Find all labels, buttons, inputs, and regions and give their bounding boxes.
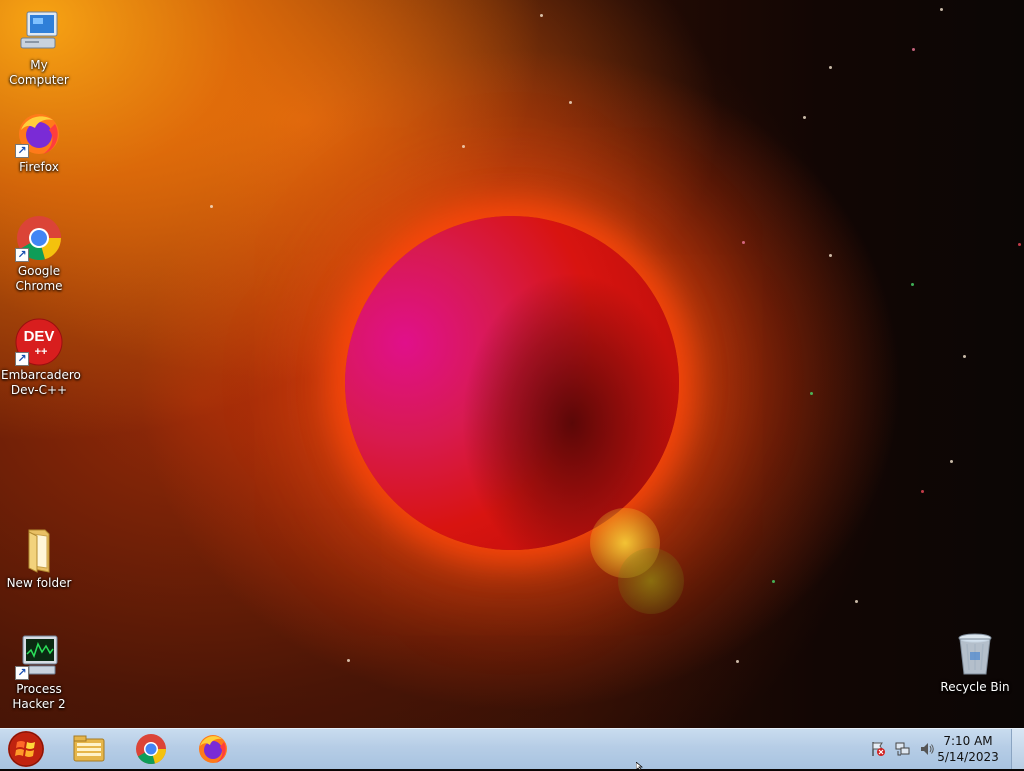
star	[810, 392, 813, 395]
desktop-icon-label: Google Chrome	[15, 264, 63, 293]
taskbar-firefox-button[interactable]	[188, 731, 238, 767]
taskbar-clock[interactable]: 7:10 AM 5/14/2023	[934, 733, 1002, 765]
computer-icon	[15, 8, 63, 56]
firefox-icon: ↗	[15, 110, 63, 158]
show-desktop-button[interactable]	[1011, 729, 1024, 769]
desktop-icon-label: Recycle Bin	[940, 680, 1010, 694]
star	[742, 241, 745, 244]
shortcut-arrow-icon: ↗	[15, 666, 29, 680]
desktop-icon-firefox[interactable]: ↗ Firefox	[1, 110, 77, 175]
star	[940, 8, 943, 11]
desktop-icon-label: Embarcadero Dev-C++	[1, 368, 81, 397]
star	[540, 14, 543, 17]
taskbar-explorer-button[interactable]	[64, 731, 114, 767]
star	[963, 355, 966, 358]
shortcut-arrow-icon: ↗	[15, 248, 29, 262]
speaker-icon[interactable]	[919, 741, 935, 757]
start-button[interactable]	[4, 730, 48, 768]
clock-date: 5/14/2023	[937, 750, 999, 764]
recycle-bin-icon	[951, 630, 999, 678]
star	[912, 48, 915, 51]
chrome-icon: ↗	[15, 214, 63, 262]
folder-icon	[73, 735, 105, 762]
network-icon[interactable]	[895, 741, 911, 757]
clock-time: 7:10 AM	[943, 734, 993, 748]
desktop-icon-label: New folder	[6, 576, 72, 590]
star	[210, 205, 213, 208]
star	[1018, 243, 1021, 246]
mouse-cursor-icon	[636, 762, 643, 770]
action-center-flag-icon[interactable]	[870, 741, 886, 757]
desktop-icon-process-hacker[interactable]: ↗ Process Hacker 2	[1, 632, 77, 712]
windows-orb-icon	[8, 731, 44, 767]
lens-flare	[618, 548, 684, 614]
desktop-icon-dev-cpp[interactable]: DEV ++ ↗ Embarcadero Dev-C++	[1, 318, 81, 398]
devcpp-icon: DEV ++ ↗	[15, 318, 63, 366]
star	[347, 659, 350, 662]
star	[855, 600, 858, 603]
desktop-icon-new-folder[interactable]: New folder	[1, 526, 77, 591]
process-hacker-icon: ↗	[15, 632, 63, 680]
star	[829, 254, 832, 257]
desktop-icon-label: Firefox	[19, 160, 59, 174]
star	[911, 283, 914, 286]
desktop-icon-my-computer[interactable]: My Computer	[1, 8, 77, 88]
firefox-icon	[199, 735, 227, 763]
star	[803, 116, 806, 119]
desktop-wallpaper[interactable]: My Computer ↗ Firefox ↗ Google Chrome DE…	[0, 0, 1024, 728]
taskbar-chrome-button[interactable]	[126, 731, 176, 767]
star	[462, 145, 465, 148]
desktop-icon-label: My Computer	[9, 58, 69, 87]
star	[921, 490, 924, 493]
desktop-icon-google-chrome[interactable]: ↗ Google Chrome	[1, 214, 77, 294]
star	[736, 660, 739, 663]
shortcut-arrow-icon: ↗	[15, 352, 29, 366]
star	[569, 101, 572, 104]
desktop-icon-label: Process Hacker 2	[12, 682, 66, 711]
chrome-icon	[136, 734, 167, 765]
shortcut-arrow-icon: ↗	[15, 144, 29, 158]
star	[950, 460, 953, 463]
star	[829, 66, 832, 69]
desktop-icon-recycle-bin[interactable]: Recycle Bin	[937, 630, 1013, 695]
folder-icon	[15, 526, 63, 574]
taskbar: 7:10 AM 5/14/2023	[0, 728, 1024, 770]
red-planet	[345, 216, 679, 550]
system-tray: 7:10 AM 5/14/2023	[864, 729, 1024, 769]
star	[772, 580, 775, 583]
svg-text:++: ++	[35, 346, 48, 358]
devcpp-badge: DEV	[24, 328, 55, 345]
